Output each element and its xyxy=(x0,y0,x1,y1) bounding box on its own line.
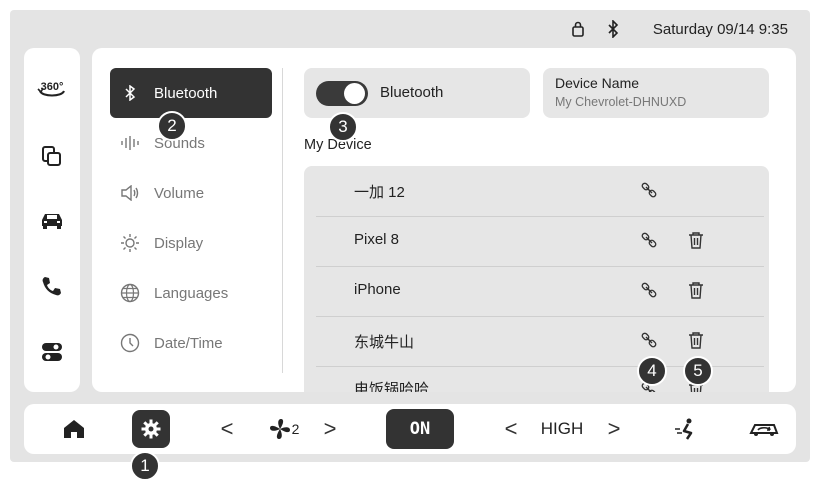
camera-360-icon[interactable]: 360° xyxy=(24,74,80,106)
bluetooth-icon xyxy=(608,20,619,38)
sound-wave-icon xyxy=(120,133,140,153)
bottom-control-bar: < 2 > ON < HIGH > xyxy=(24,404,796,454)
menu-item-bluetooth[interactable]: Bluetooth xyxy=(110,68,272,118)
menu-item-label: Display xyxy=(154,234,204,252)
ac-on-button[interactable]: ON xyxy=(386,409,454,449)
camera-360-label: 360° xyxy=(41,81,64,93)
callout-1: 1 xyxy=(130,451,160,481)
link-icon[interactable] xyxy=(640,331,658,349)
device-row[interactable]: Pixel 8 xyxy=(316,216,764,267)
menu-item-display[interactable]: Display xyxy=(110,218,272,268)
menu-item-languages[interactable]: Languages xyxy=(110,268,272,318)
trash-icon[interactable] xyxy=(688,231,704,249)
apps-icon[interactable] xyxy=(24,140,80,172)
toggle-knob xyxy=(344,83,365,104)
callout-5: 5 xyxy=(683,356,713,386)
fan-level-increase-button[interactable]: > xyxy=(601,404,627,454)
menu-divider xyxy=(282,68,283,373)
car-icon[interactable] xyxy=(24,204,80,236)
menu-item-date-time[interactable]: Date/Time xyxy=(110,318,272,368)
menu-item-sounds[interactable]: Sounds xyxy=(110,118,272,168)
trash-icon[interactable] xyxy=(688,281,704,299)
fan-speed-increase-button[interactable]: > xyxy=(317,404,343,454)
status-bar: Saturday 09/14 9:35 xyxy=(10,10,810,48)
app-rail: 360° xyxy=(24,48,80,392)
device-name-value: My Chevrolet-DHNUXD xyxy=(555,95,687,109)
settings-button[interactable] xyxy=(132,410,170,448)
callout-2: 2 xyxy=(157,111,187,141)
date-time: Saturday 09/14 9:35 xyxy=(652,21,788,38)
fan-level-value: HIGH xyxy=(540,419,584,438)
bluetooth-toggle-label: Bluetooth xyxy=(380,84,444,101)
device-name: 东城牛山 xyxy=(354,334,415,351)
device-row[interactable]: iPhone xyxy=(316,266,764,317)
settings-panel: Bluetooth Sounds Volume Display Language… xyxy=(92,48,796,392)
link-icon[interactable] xyxy=(640,281,658,299)
menu-item-volume[interactable]: Volume xyxy=(110,168,272,218)
fan-level-decrease-button[interactable]: < xyxy=(498,404,524,454)
fan-speed-value: 2 xyxy=(291,421,300,437)
bluetooth-toggle-switch[interactable] xyxy=(316,81,368,106)
recirculation-icon[interactable] xyxy=(744,404,784,454)
speaker-icon xyxy=(120,183,140,203)
bluetooth-toggle-card: Bluetooth xyxy=(304,68,530,118)
device-name-card[interactable]: Device Name My Chevrolet-DHNUXD xyxy=(543,68,769,118)
menu-item-label: Languages xyxy=(154,284,229,302)
gear-icon xyxy=(141,419,161,439)
callout-3: 3 xyxy=(328,112,358,142)
menu-item-label: Volume xyxy=(154,184,205,202)
menu-item-label: Date/Time xyxy=(154,334,223,352)
globe-icon xyxy=(120,283,140,303)
lock-icon xyxy=(572,21,584,37)
home-icon[interactable] xyxy=(54,404,94,454)
fan-speed-display: 2 xyxy=(264,404,304,454)
device-name: 电饭锅哈哈 xyxy=(354,381,430,392)
device-name: Pixel 8 xyxy=(354,231,400,248)
device-name: iPhone xyxy=(354,281,401,298)
callout-4: 4 xyxy=(637,356,667,386)
fan-icon xyxy=(269,419,290,439)
toggle-settings-icon[interactable] xyxy=(24,336,80,368)
brightness-icon xyxy=(120,233,140,253)
trash-icon[interactable] xyxy=(688,331,704,349)
clock-icon xyxy=(120,333,140,353)
link-icon[interactable] xyxy=(640,231,658,249)
menu-item-label: Bluetooth xyxy=(154,84,218,102)
device-row[interactable]: 一加 12 xyxy=(316,166,764,217)
airflow-mode-icon[interactable] xyxy=(670,404,704,454)
bluetooth-icon xyxy=(120,83,140,103)
infotainment-screen: Saturday 09/14 9:35 360° Bluetooth Sound… xyxy=(10,10,810,462)
fan-speed-decrease-button[interactable]: < xyxy=(214,404,240,454)
device-name-title: Device Name xyxy=(555,75,640,91)
link-icon[interactable] xyxy=(640,181,658,199)
device-name: 一加 12 xyxy=(354,184,405,201)
phone-icon[interactable] xyxy=(24,270,80,302)
